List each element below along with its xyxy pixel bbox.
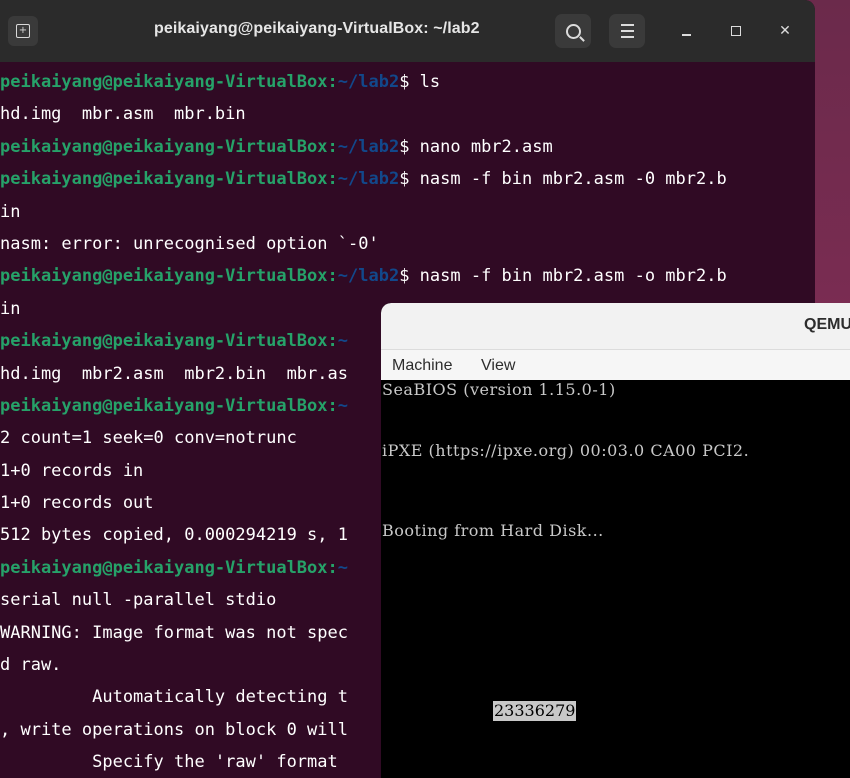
- terminal-line: in: [0, 196, 815, 228]
- prompt-separator: :: [327, 557, 338, 578]
- output-text: serial null -parallel stdio: [0, 590, 277, 611]
- qemu-header-bar: QEMU: [381, 303, 850, 350]
- prompt-user: peikaiyang@peikaiyang-VirtualBox: [0, 136, 328, 157]
- command-text: $ nasm -f bin mbr2.asm -0 mbr2.b: [399, 169, 727, 190]
- minimize-icon: [681, 34, 691, 36]
- highlighted-output: 23336279: [493, 701, 577, 721]
- prompt-separator: :: [327, 395, 338, 416]
- new-tab-icon: +: [16, 24, 30, 38]
- prompt-path: ~/lab2: [337, 169, 400, 190]
- search-button[interactable]: [555, 14, 591, 48]
- qemu-window[interactable]: QEMU Machine View SeaBIOS (version 1.15.…: [381, 303, 850, 778]
- prompt-separator: :: [327, 72, 338, 92]
- output-text: 2 count=1 seek=0 conv=notrunc: [0, 428, 297, 449]
- terminal-title: peikaiyang@peikaiyang-VirtualBox: ~/lab2: [154, 20, 480, 37]
- terminal-line: hd.img mbr.asm mbr.bin: [0, 98, 815, 130]
- maximize-icon: [731, 26, 741, 36]
- output-text: 1+0 records in: [0, 460, 144, 481]
- prompt-user: peikaiyang@peikaiyang-VirtualBox: [0, 331, 328, 352]
- output-text: in: [0, 298, 21, 319]
- terminal-line: peikaiyang@peikaiyang-VirtualBox:~/lab2$…: [0, 131, 815, 163]
- prompt-separator: :: [327, 266, 338, 287]
- prompt-path: ~/lab2: [337, 136, 400, 157]
- output-text: in: [0, 201, 21, 222]
- minimize-button[interactable]: [677, 22, 695, 40]
- prompt-path: ~/lab2: [337, 266, 400, 287]
- output-text: hd.img mbr2.asm mbr2.bin mbr.as: [0, 363, 348, 384]
- prompt-separator: :: [327, 331, 338, 352]
- output-text: d raw.: [0, 655, 62, 676]
- terminal-line: peikaiyang@peikaiyang-VirtualBox:~/lab2$…: [0, 66, 815, 98]
- prompt-user: peikaiyang@peikaiyang-VirtualBox: [0, 169, 328, 190]
- hamburger-menu-icon: [620, 24, 634, 38]
- prompt-path: ~/lab2: [337, 72, 400, 92]
- search-icon: [565, 23, 581, 39]
- output-text: 512 bytes copied, 0.000294219 s, 1: [0, 525, 348, 546]
- output-text: , write operations on block 0 will: [0, 719, 348, 740]
- terminal-header-bar: + peikaiyang@peikaiyang-VirtualBox: ~/la…: [0, 0, 815, 62]
- command-text: $ nasm -f bin mbr2.asm -o mbr2.b: [399, 266, 727, 287]
- prompt-user: peikaiyang@peikaiyang-VirtualBox: [0, 395, 328, 416]
- output-text: 1+0 records out: [0, 493, 154, 514]
- terminal-line: nasm: error: unrecognised option `-0': [0, 228, 815, 260]
- terminal-line: peikaiyang@peikaiyang-VirtualBox:~/lab2$…: [0, 260, 815, 292]
- bios-version-line: SeaBIOS (version 1.15.0-1): [382, 380, 616, 399]
- prompt-separator: :: [327, 169, 338, 190]
- prompt-separator: :: [327, 136, 338, 157]
- menu-machine[interactable]: Machine: [392, 357, 452, 375]
- qemu-vm-screen[interactable]: SeaBIOS (version 1.15.0-1) iPXE (https:/…: [381, 380, 850, 778]
- prompt-user: peikaiyang@peikaiyang-VirtualBox: [0, 72, 328, 92]
- output-text: hd.img mbr.asm mbr.bin: [0, 104, 246, 125]
- boot-message-line: Booting from Hard Disk...: [382, 521, 604, 540]
- output-text: WARNING: Image format was not spec: [0, 622, 348, 643]
- new-tab-button[interactable]: +: [8, 16, 38, 46]
- qemu-menubar: Machine View: [381, 350, 850, 381]
- output-text: Specify the 'raw' format: [0, 752, 348, 773]
- command-text: $ nano mbr2.asm: [399, 136, 553, 157]
- prompt-path: ~: [337, 331, 349, 352]
- menu-view[interactable]: View: [481, 357, 515, 375]
- prompt-user: peikaiyang@peikaiyang-VirtualBox: [0, 266, 328, 287]
- prompt-path: ~: [337, 557, 349, 578]
- maximize-button[interactable]: [727, 22, 745, 40]
- output-text: Automatically detecting t: [0, 687, 348, 708]
- command-text: $ ls: [399, 72, 441, 92]
- terminal-line: peikaiyang@peikaiyang-VirtualBox:~/lab2$…: [0, 163, 815, 195]
- close-button[interactable]: ✕: [776, 22, 794, 40]
- menu-button[interactable]: [609, 14, 645, 48]
- prompt-path: ~: [337, 395, 349, 416]
- output-text: nasm: error: unrecognised option `-0': [0, 233, 379, 254]
- close-icon: ✕: [779, 23, 791, 39]
- qemu-title: QEMU: [804, 316, 850, 333]
- ipxe-line: iPXE (https://ipxe.org) 00:03.0 CA00 PCI…: [382, 441, 750, 460]
- prompt-user: peikaiyang@peikaiyang-VirtualBox: [0, 557, 328, 578]
